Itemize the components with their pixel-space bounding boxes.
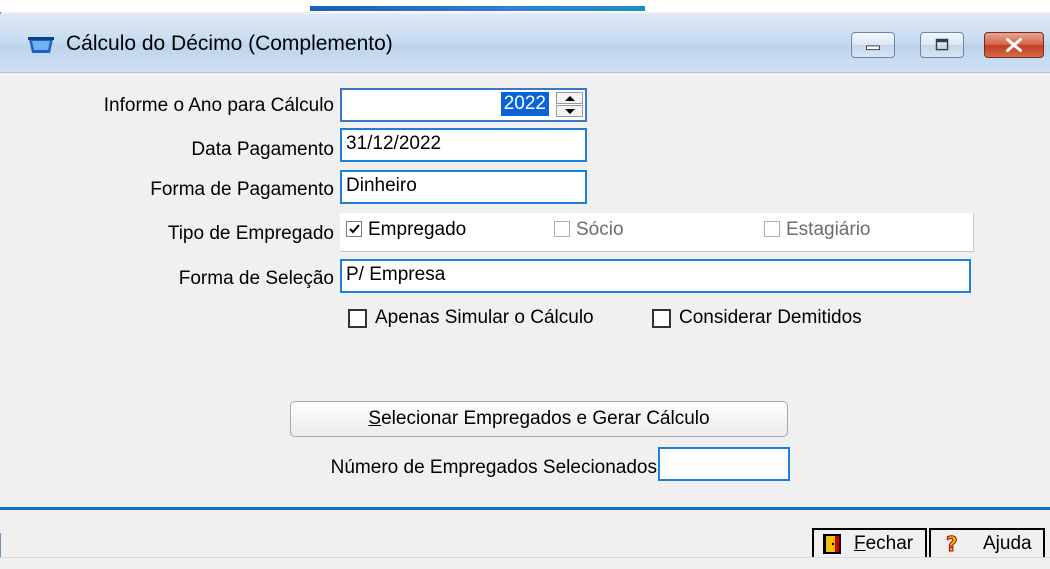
tipo-estagiario-option-label: Estagiário (786, 219, 871, 240)
selecionar-empregados-button[interactable]: Selecionar Empregados e Gerar Cálculo (290, 401, 788, 437)
maximize-icon (935, 38, 949, 51)
footer-separator (0, 507, 1050, 510)
spin-down-button[interactable] (556, 105, 583, 117)
background-window-accent (310, 6, 645, 11)
maximize-button[interactable] (920, 32, 964, 58)
numero-empregados-field[interactable] (658, 447, 790, 481)
forma-pagamento-label: Forma de Pagamento (150, 179, 334, 200)
ano-label: Informe o Ano para Cálculo (103, 95, 334, 116)
bottom-edge (0, 557, 1050, 569)
simular-label: Apenas Simular o Cálculo (375, 307, 594, 328)
ajuda-button[interactable]: ? Ajuda (929, 528, 1045, 560)
fechar-rest: echar (865, 533, 914, 554)
title-bar[interactable]: Cálculo do Décimo (Complemento) (0, 14, 1050, 73)
data-pagamento-label: Data Pagamento (191, 139, 334, 160)
minimize-icon (866, 45, 880, 51)
dialog-content: Informe o Ano para Cálculo 2022 Data Pag… (0, 73, 1050, 533)
numero-empregados-label: Número de Empregados Selecionados (330, 457, 657, 478)
data-pagamento-field[interactable]: 31/12/2022 (340, 128, 587, 162)
tipo-empregado-label: Tipo de Empregado (167, 223, 334, 244)
ano-spinner (556, 92, 583, 118)
window-title: Cálculo do Décimo (Complemento) (66, 32, 393, 55)
help-icon: ? (946, 533, 959, 555)
ano-value: 2022 (500, 92, 549, 116)
ano-spin-field[interactable]: 2022 (340, 88, 587, 122)
fechar-label: Fechar (854, 530, 913, 558)
arrow-down-icon (565, 109, 575, 114)
door-exit-icon (823, 534, 841, 554)
tipo-empregado-group: Empregado Sócio Estagiário (340, 213, 974, 252)
selecionar-label: elecionar Empregados e Gerar Cálculo (381, 408, 710, 429)
forma-selecao-label: Forma de Seleção (178, 268, 334, 289)
close-button[interactable] (984, 32, 1044, 58)
selecionar-mnemonic: S (368, 408, 382, 429)
demitidos-label: Considerar Demitidos (679, 307, 862, 328)
fechar-mnemonic: F (854, 533, 866, 554)
tipo-socio-option-label: Sócio (576, 219, 624, 240)
fechar-button[interactable]: Fechar (812, 528, 927, 560)
minimize-button[interactable] (851, 32, 895, 58)
tipo-empregado-option-label: Empregado (368, 219, 467, 240)
close-icon (1006, 37, 1022, 53)
checkmark-icon (349, 224, 360, 234)
spin-up-button[interactable] (556, 92, 583, 104)
checkbox-unchecked (554, 221, 570, 237)
app-icon (28, 37, 54, 53)
checkbox-unchecked (764, 221, 780, 237)
checkbox-checked (346, 221, 362, 237)
svg-text:?: ? (946, 533, 958, 555)
checkbox-unchecked (652, 309, 671, 328)
ajuda-label: Ajuda (983, 533, 1032, 554)
arrow-up-icon (565, 96, 575, 101)
background-strip (0, 0, 1050, 12)
checkbox-unchecked (348, 309, 367, 328)
forma-selecao-field[interactable]: P/ Empresa (340, 259, 971, 293)
forma-pagamento-field[interactable]: Dinheiro (340, 170, 587, 204)
